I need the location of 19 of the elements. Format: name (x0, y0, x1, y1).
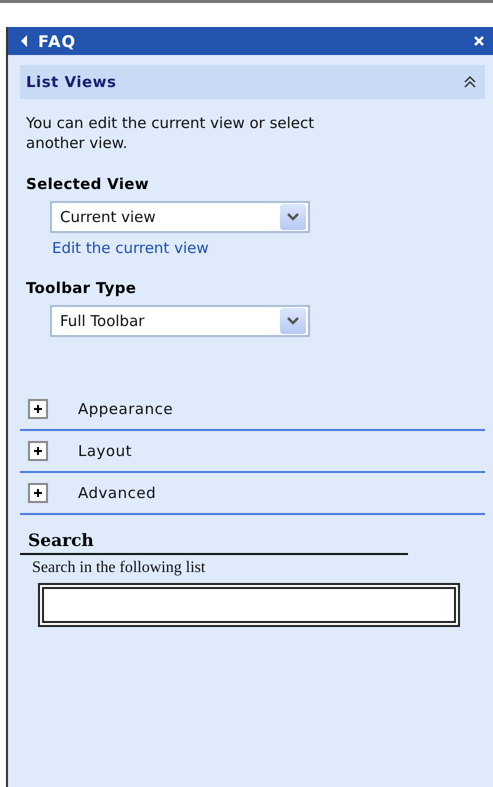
collapse-left-icon[interactable] (20, 35, 28, 47)
plus-icon[interactable] (28, 399, 48, 419)
toolbar-dropdown[interactable]: Full Toolbar (50, 305, 310, 337)
section-title: List Views (26, 73, 116, 91)
plus-icon[interactable] (28, 441, 48, 461)
collapse-icon[interactable] (463, 75, 477, 89)
search-field[interactable] (38, 583, 460, 627)
field-label: Toolbar Type (26, 279, 138, 297)
view-dropdown[interactable]: Current view (50, 201, 310, 233)
edit-view-link[interactable]: Edit the current view (52, 239, 209, 257)
search-hint: Search in the following list (32, 559, 206, 577)
description-text: You can edit the current view or select another view. (26, 113, 316, 153)
collapsible-section[interactable]: Layout (20, 431, 485, 473)
field-label: Selected View (26, 175, 150, 193)
pane-title: FAQ (38, 32, 78, 50)
collapsible-section[interactable]: Appearance (20, 389, 485, 431)
search-heading: Search (20, 531, 408, 555)
collapsible-section[interactable]: Advanced (20, 473, 485, 515)
plus-icon[interactable] (28, 483, 48, 503)
